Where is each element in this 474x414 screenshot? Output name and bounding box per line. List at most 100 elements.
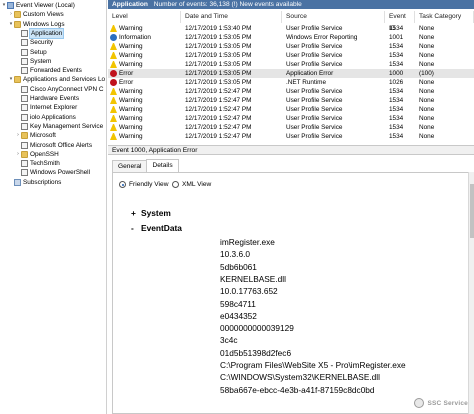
table-row[interactable]: Warning 12/17/2019 1:52:47 PM User Profile… bbox=[108, 132, 474, 141]
tree-item-label: Cisco AnyConnect VPN C bbox=[30, 85, 104, 93]
table-row[interactable]: Warning 12/17/2019 1:53:40 PM User Profile… bbox=[108, 24, 474, 33]
folder-icon bbox=[21, 132, 28, 140]
tree-item[interactable]: › OpenSSH bbox=[15, 150, 59, 159]
table-row[interactable]: Warning 12/17/2019 1:52:47 PM User Profile… bbox=[108, 105, 474, 114]
cell-task: None bbox=[419, 106, 435, 113]
column-header-event-id[interactable]: Event ID bbox=[385, 11, 415, 32]
detail-tabs: General Details bbox=[112, 159, 179, 172]
column-header-date[interactable]: Date and Time bbox=[181, 11, 282, 23]
folder-icon bbox=[14, 76, 21, 84]
cell-source: User Profile Service bbox=[286, 124, 343, 131]
subscriptions-icon bbox=[14, 178, 21, 186]
cell-source: User Profile Service bbox=[286, 106, 343, 113]
cell-level: Warning bbox=[110, 132, 180, 141]
table-row[interactable]: Warning 12/17/2019 1:53:05 PM User Profile… bbox=[108, 60, 474, 69]
tree-item[interactable]: Setup bbox=[15, 48, 47, 57]
level-text: Warning bbox=[119, 133, 143, 140]
system-section[interactable]: + System bbox=[131, 208, 171, 218]
event-count-text: Number of events: 36,138 (!) New events … bbox=[153, 1, 302, 8]
eventdata-value: 01d5b51398d2fec6 bbox=[220, 347, 292, 358]
system-section-label: System bbox=[141, 208, 171, 218]
tree-item[interactable]: Security bbox=[15, 38, 53, 47]
column-header-level[interactable]: Level bbox=[108, 11, 181, 23]
tree-item-label: Microsoft Office Alerts bbox=[30, 141, 93, 149]
warning-icon bbox=[110, 43, 117, 50]
tree-item[interactable]: Windows PowerShell bbox=[15, 168, 90, 177]
xml-view-option[interactable]: XML View bbox=[172, 181, 211, 188]
tree-item[interactable]: TechSmith bbox=[15, 159, 60, 168]
cell-source: User Profile Service bbox=[286, 43, 343, 50]
column-header-task-category[interactable]: Task Category bbox=[415, 11, 474, 23]
table-row[interactable]: Warning 12/17/2019 1:52:47 PM User Profile… bbox=[108, 123, 474, 132]
tree-item-label: iolo Applications bbox=[30, 113, 76, 121]
cell-task: (100) bbox=[419, 70, 434, 77]
log-icon bbox=[21, 160, 28, 168]
friendly-view-radio[interactable] bbox=[119, 181, 126, 188]
table-row[interactable]: Warning 12/17/2019 1:52:47 PM User Profile… bbox=[108, 96, 474, 105]
warning-icon bbox=[110, 133, 117, 140]
table-row[interactable]: Error 12/17/2019 1:53:05 PM .NET Runtime 10… bbox=[108, 78, 474, 87]
watermark: SSC Service bbox=[414, 398, 468, 408]
cell-task: None bbox=[419, 115, 435, 122]
tree-item[interactable]: System bbox=[15, 57, 51, 66]
friendly-view-option[interactable]: Friendly View bbox=[119, 181, 168, 188]
tree-item[interactable]: › Microsoft bbox=[15, 131, 56, 140]
tree-item[interactable]: Application bbox=[15, 27, 65, 39]
table-row[interactable]: Error 12/17/2019 1:53:05 PM Application Er… bbox=[108, 69, 474, 78]
tree-item[interactable]: Forwarded Events bbox=[15, 66, 82, 75]
cell-level: Warning bbox=[110, 87, 180, 96]
column-header-source[interactable]: Source bbox=[282, 11, 385, 23]
tree-item[interactable]: iolo Applications bbox=[15, 113, 76, 122]
cell-id: 1026 bbox=[389, 79, 404, 86]
cell-source: Application Error bbox=[286, 70, 334, 77]
tree-item[interactable]: Key Management Service bbox=[15, 122, 103, 131]
log-icon bbox=[21, 141, 28, 149]
tab-general[interactable]: General bbox=[112, 160, 148, 172]
log-icon bbox=[21, 104, 28, 112]
cell-task: None bbox=[419, 25, 435, 32]
cell-id: 1534 bbox=[389, 25, 404, 32]
level-text: Warning bbox=[119, 88, 143, 95]
tree-item[interactable]: ▾ Event Viewer (Local) bbox=[1, 1, 75, 10]
watermark-logo-icon bbox=[414, 398, 425, 408]
tree-item[interactable]: Microsoft Office Alerts bbox=[15, 141, 92, 150]
watermark-text: SSC Service bbox=[427, 399, 468, 407]
tree-item[interactable]: Internet Explorer bbox=[15, 103, 77, 112]
cell-id: 1534 bbox=[389, 61, 404, 68]
tree-item[interactable]: ▾ Applications and Services Lo bbox=[8, 75, 105, 84]
tree-item[interactable]: Subscriptions bbox=[8, 178, 61, 187]
table-row[interactable]: Information 12/17/2019 1:53:05 PM Windows … bbox=[108, 33, 474, 42]
xml-view-radio[interactable] bbox=[172, 181, 179, 188]
tree-item[interactable]: Hardware Events bbox=[15, 94, 79, 103]
eventdata-value: KERNELBASE.dll bbox=[220, 273, 286, 284]
system-expand-toggle[interactable]: + bbox=[131, 208, 141, 218]
cell-level: Warning bbox=[110, 51, 180, 60]
folder-icon bbox=[14, 20, 21, 28]
tree-item-label: Internet Explorer bbox=[30, 104, 78, 112]
tree-item[interactable]: Cisco AnyConnect VPN C bbox=[15, 85, 104, 94]
cell-task: None bbox=[419, 34, 435, 41]
tree-item-label: Subscriptions bbox=[23, 178, 62, 186]
table-row[interactable]: Warning 12/17/2019 1:52:47 PM User Profile… bbox=[108, 114, 474, 123]
table-row[interactable]: Warning 12/17/2019 1:53:05 PM User Profile… bbox=[108, 42, 474, 51]
level-text: Warning bbox=[119, 124, 143, 131]
level-text: Warning bbox=[119, 115, 143, 122]
tree-item-label: Windows Logs bbox=[23, 20, 65, 28]
level-text: Warning bbox=[119, 43, 143, 50]
tree-item[interactable]: ▾ Windows Logs bbox=[8, 20, 65, 29]
table-row[interactable]: Warning 12/17/2019 1:52:47 PM User Profile… bbox=[108, 87, 474, 96]
error-icon bbox=[110, 79, 117, 86]
eventdata-collapse-toggle[interactable]: - bbox=[131, 223, 141, 233]
eventdata-value: 0000000000039129 bbox=[220, 323, 294, 334]
cell-date: 12/17/2019 1:53:40 PM bbox=[185, 25, 252, 32]
table-row[interactable]: Warning 12/17/2019 1:53:05 PM User Profile… bbox=[108, 51, 474, 60]
tab-details[interactable]: Details bbox=[146, 159, 179, 172]
scrollbar-thumb[interactable] bbox=[470, 184, 474, 238]
cell-level: Warning bbox=[110, 96, 180, 105]
details-scrollbar[interactable] bbox=[468, 172, 474, 414]
cell-date: 12/17/2019 1:53:05 PM bbox=[185, 61, 252, 68]
tree-item[interactable]: › Custom Views bbox=[8, 10, 64, 19]
eventdata-section[interactable]: - EventData bbox=[131, 223, 182, 233]
event-viewer-icon bbox=[7, 2, 14, 9]
tree-item-label: System bbox=[30, 57, 52, 65]
